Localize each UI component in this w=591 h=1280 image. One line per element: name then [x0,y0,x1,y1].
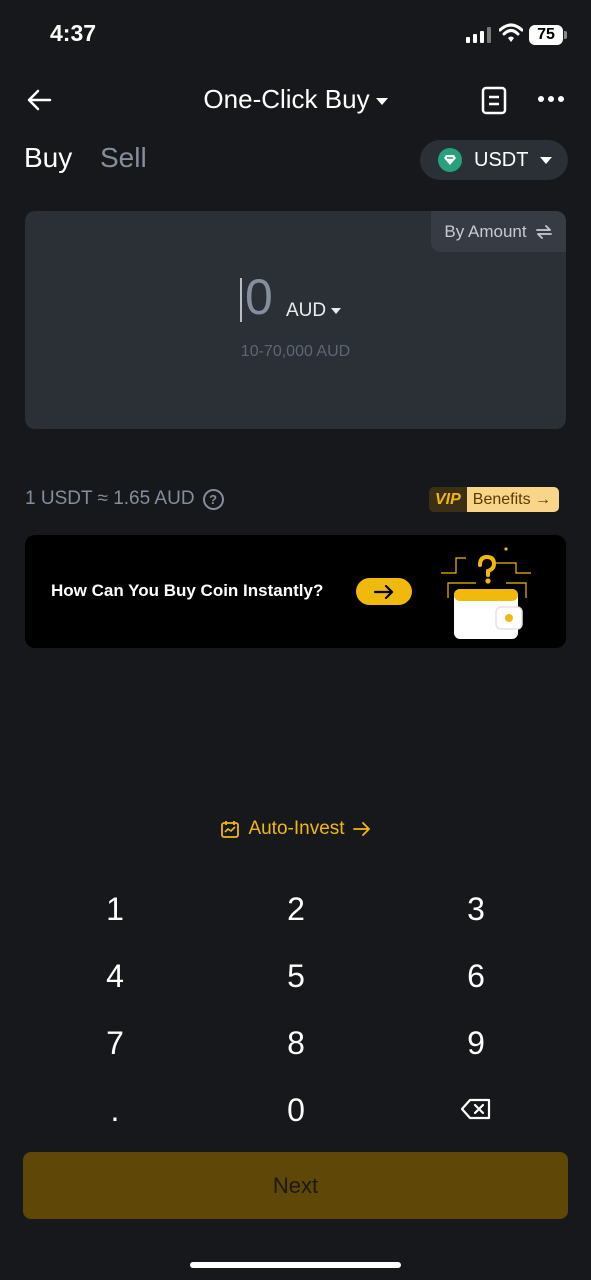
status-time: 4:37 [50,20,97,46]
tab-buy[interactable]: Buy [24,142,72,174]
backspace-icon [460,1098,491,1120]
home-indicator[interactable] [190,1262,401,1268]
help-icon[interactable]: ? [202,488,224,510]
by-amount-label: By Amount [444,221,527,241]
auto-invest-link[interactable]: Auto-Invest [0,818,591,840]
text-cursor [240,278,242,322]
calendar-icon [221,821,240,838]
usdt-icon [438,148,462,172]
arrow-right-icon [352,822,370,836]
signal-icon [466,27,492,43]
keypad-key-6[interactable]: 6 [416,951,536,1001]
keypad-backspace[interactable] [416,1085,536,1135]
by-amount-toggle[interactable]: By Amount [431,211,566,252]
page-title-label: One-Click Buy [203,84,370,114]
arrow-right-icon [373,584,394,599]
vip-benefits-button[interactable]: VIP Benefits → [429,487,560,512]
wifi-icon [499,23,523,42]
keypad-key-dot[interactable]: . [55,1085,175,1135]
battery-indicator: 75 [529,25,563,45]
amount-range: 10-70,000 AUD [240,343,351,360]
chevron-down-icon [540,156,553,164]
currency-dropdown-icon[interactable] [331,308,341,314]
currency-selector[interactable]: AUD [286,300,326,322]
exchange-rate-text: 1 USDT ≈ 1.65 AUD [25,488,195,509]
vip-benefits-label: Benefits → [466,487,560,512]
keypad-key-4[interactable]: 4 [55,951,175,1001]
battery-tip [564,31,567,39]
more-options-icon[interactable] [538,96,564,104]
coin-selector[interactable]: USDT [420,140,568,180]
auto-invest-label: Auto-Invest [248,818,345,839]
keypad-key-1[interactable]: 1 [55,884,175,934]
keypad-key-8[interactable]: 8 [236,1018,356,1068]
amount-value: 0 [245,269,273,325]
tab-sell[interactable]: Sell [100,142,147,174]
keypad-key-2[interactable]: 2 [236,884,356,934]
wallet-illustration-icon [441,547,531,639]
banner-arrow-button[interactable] [356,578,412,605]
title-dropdown-icon [375,97,388,105]
swap-icon [535,224,552,239]
order-history-icon[interactable] [480,84,508,116]
keypad-key-0[interactable]: 0 [236,1085,356,1135]
keypad-key-5[interactable]: 5 [236,951,356,1001]
vip-tag: VIP [429,487,467,512]
exchange-rate: 1 USDT ≈ 1.65 AUD ? [25,488,224,510]
keypad-key-7[interactable]: 7 [55,1018,175,1068]
banner-text: How Can You Buy Coin Instantly? [51,581,324,600]
keypad-key-3[interactable]: 3 [416,884,536,934]
keypad-key-9[interactable]: 9 [416,1018,536,1068]
next-button[interactable]: Next [23,1152,568,1219]
coin-label: USDT [474,148,529,171]
